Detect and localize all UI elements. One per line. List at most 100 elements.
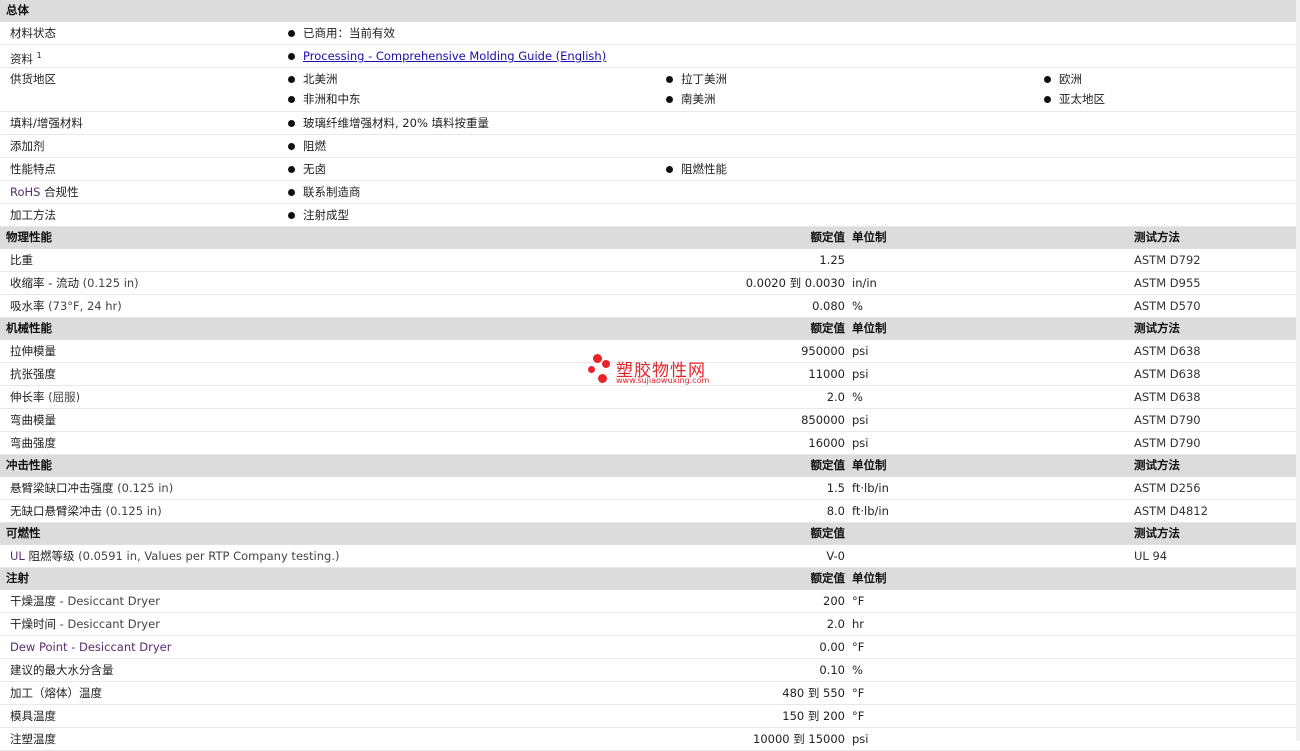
rohs-term: RoHS — [10, 185, 41, 199]
mechanical-row: 弯曲强度 16000 psi ASTM D790 — [0, 432, 1300, 455]
property-name: 注塑温度 — [10, 732, 56, 746]
ul-suffix: 阻燃等级 — [24, 549, 75, 563]
row-unit: psi — [852, 344, 869, 358]
property-name: 拉伸模量 — [10, 344, 56, 358]
section-title: 冲击性能 — [6, 458, 52, 472]
row-test: UL 94 — [1134, 549, 1168, 563]
scrollbar[interactable] — [1296, 0, 1300, 741]
property-name: 无缺口悬臂梁冲击 — [10, 504, 102, 518]
row-condition: (0.125 in) — [105, 504, 162, 518]
row-label: 干燥温度 - Desiccant Dryer — [10, 590, 160, 612]
watermark-logo-dot — [593, 354, 602, 363]
row-value: 1.5 — [826, 481, 845, 495]
row-label: 加工方法 — [10, 208, 56, 222]
row-unit: % — [852, 299, 863, 313]
section-header-flammability: 可燃性 额定值 测试方法 — [0, 523, 1300, 545]
row-unit: psi — [852, 436, 869, 450]
physical-row: 吸水率 (73°F, 24 hr) 0.080% ASTM D570 — [0, 295, 1300, 318]
impact-row: 悬臂梁缺口冲击强度 (0.125 in) 1.5 ft·lb/in ASTM D256 — [0, 477, 1300, 500]
property-name: 抗张强度 — [10, 367, 56, 381]
row-condition: - Desiccant Dryer — [59, 617, 160, 631]
docs-label: 资料 — [10, 51, 33, 66]
property-name: 干燥温度 — [10, 594, 56, 608]
watermark-url: www.sujiaowuxing.com — [616, 376, 710, 385]
watermark-logo-dot — [598, 374, 607, 383]
impact-rows: 悬臂梁缺口冲击强度 (0.125 in) 1.5 ft·lb/in ASTM D256… — [0, 477, 1300, 523]
injection-row: 模具温度 150 到 200 °F — [0, 705, 1300, 728]
row-value: 已商用：当前有效 — [288, 22, 395, 44]
row-unit: ft·lb/in — [852, 504, 889, 518]
injection-row: 加工（熔体）温度 480 到 550 °F — [0, 682, 1300, 705]
docs-footnote: 1 — [36, 51, 42, 60]
row-value: 8.0 — [826, 504, 845, 518]
ul-term: UL — [10, 549, 25, 563]
property-name: 干燥时间 — [10, 617, 56, 631]
row-label: 比重 — [10, 249, 33, 271]
physical-row: 比重 1.25 ASTM D792 — [0, 249, 1300, 272]
property-name: 吸水率 — [10, 299, 45, 313]
row-label: 建议的最大水分含量 — [10, 659, 114, 681]
row-value: V-0 — [826, 549, 845, 563]
physical-row: 收缩率 - 流动 (0.125 in) 0.0020 到 0.0030 in/in A… — [0, 272, 1300, 295]
row-label: 伸长率 (屈服) — [10, 386, 80, 408]
row-test: ASTM D790 — [1134, 436, 1201, 450]
row-unit: psi — [852, 367, 869, 381]
property-name: 收缩率 - 流动 — [10, 276, 79, 290]
property-name: 伸长率 — [10, 390, 45, 404]
row-label: 填料/增强材料 — [10, 116, 83, 130]
row-unit: % — [852, 663, 863, 677]
row-label: 无缺口悬臂梁冲击 (0.125 in) — [10, 500, 162, 522]
row-label: 材料状态 — [10, 26, 56, 40]
region-item: 北美洲 — [288, 68, 338, 90]
section-title: 机械性能 — [6, 321, 52, 335]
row-test: ASTM D570 — [1134, 299, 1201, 313]
row-value: 0.00 — [819, 640, 845, 654]
row-material-status: 材料状态 已商用：当前有效 — [0, 22, 1300, 45]
row-unit: hr — [852, 617, 865, 631]
section-header-impact: 冲击性能 额定值 单位制 测试方法 — [0, 455, 1300, 477]
row-label: 供货地区 — [10, 72, 56, 86]
row-unit: psi — [852, 732, 869, 746]
region-item: 南美洲 — [666, 88, 716, 110]
injection-row: Dew Point - Desiccant Dryer 0.00 °F — [0, 636, 1300, 659]
property-name: Dew Point - Desiccant Dryer — [10, 640, 172, 654]
row-label: RoHS 合规性 — [10, 181, 79, 203]
row-condition: (屈服) — [48, 390, 81, 404]
impact-row: 无缺口悬臂梁冲击 (0.125 in) 8.0 ft·lb/in ASTM D4812 — [0, 500, 1300, 523]
rated-header: 额定值 — [810, 458, 846, 472]
rated-header: 额定值 — [810, 321, 846, 335]
section-title: 注射 — [6, 571, 29, 585]
row-ul-rating: UL 阻燃等级 (0.0591 in, Values per RTP Compa… — [0, 545, 1300, 568]
row-test: ASTM D638 — [1134, 390, 1201, 404]
row-label: 加工（熔体）温度 — [10, 682, 102, 704]
row-unit: °F — [852, 594, 865, 608]
mechanical-row: 伸长率 (屈服) 2.0% ASTM D638 — [0, 386, 1300, 409]
unit-header: 单位制 — [852, 321, 887, 335]
row-test: ASTM D792 — [1134, 253, 1201, 267]
section-title: 物理性能 — [6, 230, 52, 244]
row-label: 抗张强度 — [10, 363, 56, 385]
molding-guide-link[interactable]: Processing - Comprehensive Molding Guide… — [303, 49, 606, 63]
row-condition: (0.125 in) — [117, 481, 174, 495]
property-name: 加工（熔体）温度 — [10, 686, 102, 700]
row-label: UL 阻燃等级 (0.0591 in, Values per RTP Compa… — [10, 545, 339, 567]
row-value: 16000 — [808, 436, 845, 450]
section-header-general: 总体 — [0, 0, 1300, 22]
row-unit: °F — [852, 640, 865, 654]
row-filler: 填料/增强材料 玻璃纤维增强材料, 20% 填料按重量 — [0, 112, 1300, 135]
row-label: 模具温度 — [10, 705, 56, 727]
region-item: 欧洲 — [1044, 68, 1082, 90]
rated-header: 额定值 — [810, 230, 846, 244]
section-title: 可燃性 — [6, 526, 41, 540]
row-label: 收缩率 - 流动 (0.125 in) — [10, 272, 139, 294]
row-label: 弯曲模量 — [10, 409, 56, 431]
rated-header: 额定值 — [810, 526, 846, 540]
property-name: 比重 — [10, 253, 33, 267]
physical-rows: 比重 1.25 ASTM D792 收缩率 - 流动 (0.125 in) 0.0020… — [0, 249, 1300, 318]
row-features: 性能特点 无卤 阻燃性能 — [0, 158, 1300, 181]
row-value: 0.10 — [819, 663, 845, 677]
row-value: 850000 — [801, 413, 845, 427]
unit-header: 单位制 — [852, 458, 887, 472]
region-item: 拉丁美洲 — [666, 68, 727, 90]
injection-rows: 干燥温度 - Desiccant Dryer 200 °F 干燥时间 - Desicc… — [0, 590, 1300, 751]
